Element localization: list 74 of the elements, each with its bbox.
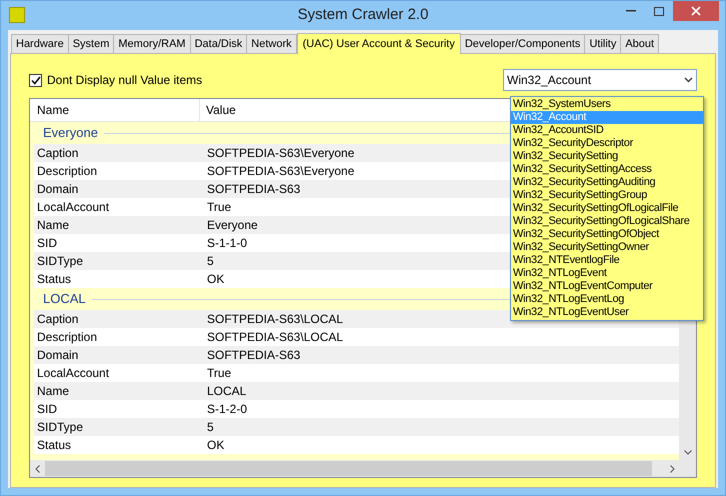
- dropdown-option[interactable]: Win32_NTLogEventLog: [511, 293, 703, 306]
- table-cell-text: Status: [36, 271, 72, 288]
- table-cell-text: SOFTPEDIA-S63: [207, 181, 300, 198]
- table-cell-text: Domain: [36, 181, 80, 198]
- table-cell-text: Description: [36, 329, 98, 346]
- table-cell-text: 5: [207, 419, 214, 436]
- dropdown-option[interactable]: Win32_NTLogEventUser: [511, 306, 703, 319]
- table-cell-text: SOFTPEDIA-S63\LOCAL: [207, 311, 344, 328]
- close-icon: [691, 6, 701, 16]
- table-cell-text: LocalAccount: [36, 365, 110, 382]
- table-cell-text: Caption: [36, 311, 80, 328]
- dropdown-option[interactable]: Win32_NTLogEvent: [511, 267, 703, 280]
- dropdown-option[interactable]: Win32_AccountSID: [511, 124, 703, 137]
- dropdown-option[interactable]: Win32_SystemUsers: [511, 98, 703, 111]
- app-icon: [9, 7, 25, 23]
- dropdown-option[interactable]: Win32_NTLogEventComputer: [511, 280, 703, 293]
- table-cell-text: True: [207, 365, 232, 382]
- window-title: System Crawler 2.0: [298, 5, 428, 26]
- checkbox[interactable]: [29, 74, 42, 86]
- close-button[interactable]: [673, 1, 719, 21]
- dropdown-option[interactable]: Win32_SecuritySettingOfObject: [511, 228, 703, 241]
- table-cell-text: 5: [207, 253, 214, 270]
- scroll-left-icon[interactable]: [35, 464, 40, 472]
- dropdown-option[interactable]: Win32_SecuritySettingGroup: [511, 189, 703, 202]
- dropdown-option[interactable]: Win32_SecuritySetting: [511, 150, 703, 163]
- table-cell-text: SOFTPEDIA-S63\LOCAL: [207, 329, 344, 346]
- tab[interactable]: System: [68, 34, 114, 53]
- tab[interactable]: Utility: [584, 34, 622, 53]
- tab[interactable]: (UAC) User Account & Security: [296, 33, 461, 54]
- table-cell-text: SIDType: [36, 253, 84, 270]
- table-cell-text: True: [207, 199, 232, 216]
- table-cell-text: LocalAccount: [36, 199, 110, 216]
- table-cell-text: SID: [36, 401, 58, 418]
- class-dropdown[interactable]: Win32_Account: [503, 69, 697, 91]
- tab[interactable]: Memory/RAM: [113, 34, 191, 53]
- table-cell-text: S-1-1-0: [207, 235, 248, 252]
- scroll-down-icon[interactable]: [684, 450, 692, 455]
- table-cell-text: Name: [36, 383, 70, 400]
- tab[interactable]: Developer/Components: [460, 34, 586, 53]
- maximize-icon: [654, 6, 664, 16]
- dropdown-option[interactable]: Win32_SecuritySettingAuditing: [511, 176, 703, 189]
- table-cell-text: S-1-2-0: [207, 401, 248, 418]
- tab[interactable]: Hardware: [11, 34, 69, 53]
- minimize-icon: [626, 10, 636, 12]
- table-cell-text: Everyone: [207, 217, 258, 234]
- dropdown-option[interactable]: Win32_SecurityDescriptor: [511, 137, 703, 150]
- table-cell-text: SIDType: [36, 419, 84, 436]
- group-header: Everyone: [43, 124, 98, 142]
- table-cell-text: OK: [207, 437, 224, 454]
- column-header[interactable]: Name: [30, 99, 200, 121]
- scrollbar-thumb[interactable]: [45, 461, 652, 476]
- dropdown-option[interactable]: Win32_NTEventlogFile: [511, 254, 703, 267]
- dropdown-option[interactable]: Win32_SecuritySettingOfLogicalShare: [511, 215, 703, 228]
- dropdown-option[interactable]: Win32_SecuritySettingOwner: [511, 241, 703, 254]
- tab[interactable]: Data/Disk: [190, 34, 248, 53]
- table-cell-text: SOFTPEDIA-S63: [207, 347, 300, 364]
- table-cell-text: Description: [36, 163, 98, 180]
- table-cell-text: Domain: [36, 347, 80, 364]
- group-header: LOCAL: [43, 290, 86, 308]
- table-cell-text: Caption: [36, 145, 80, 162]
- chevron-down-icon: [684, 77, 693, 83]
- table-cell-text: SOFTPEDIA-S63\Everyone: [207, 145, 354, 162]
- tab[interactable]: About: [620, 34, 660, 53]
- tab[interactable]: Network: [246, 34, 297, 53]
- table-cell-text: LOCAL: [207, 383, 246, 400]
- table-cell-text: OK: [207, 271, 224, 288]
- table-cell-text: SOFTPEDIA-S63\Everyone: [207, 163, 354, 180]
- checkbox-label: Dont Display null Value items: [47, 72, 202, 89]
- scroll-right-icon[interactable]: [670, 464, 675, 472]
- table-cell-text: Status: [36, 437, 72, 454]
- dropdown-option[interactable]: Win32_SecuritySettingAccess: [511, 163, 703, 176]
- table-cell-text: SID: [36, 235, 58, 252]
- dropdown-option[interactable]: Win32_SecuritySettingOfLogicalFile: [511, 202, 703, 215]
- table-cell-text: Name: [36, 217, 70, 234]
